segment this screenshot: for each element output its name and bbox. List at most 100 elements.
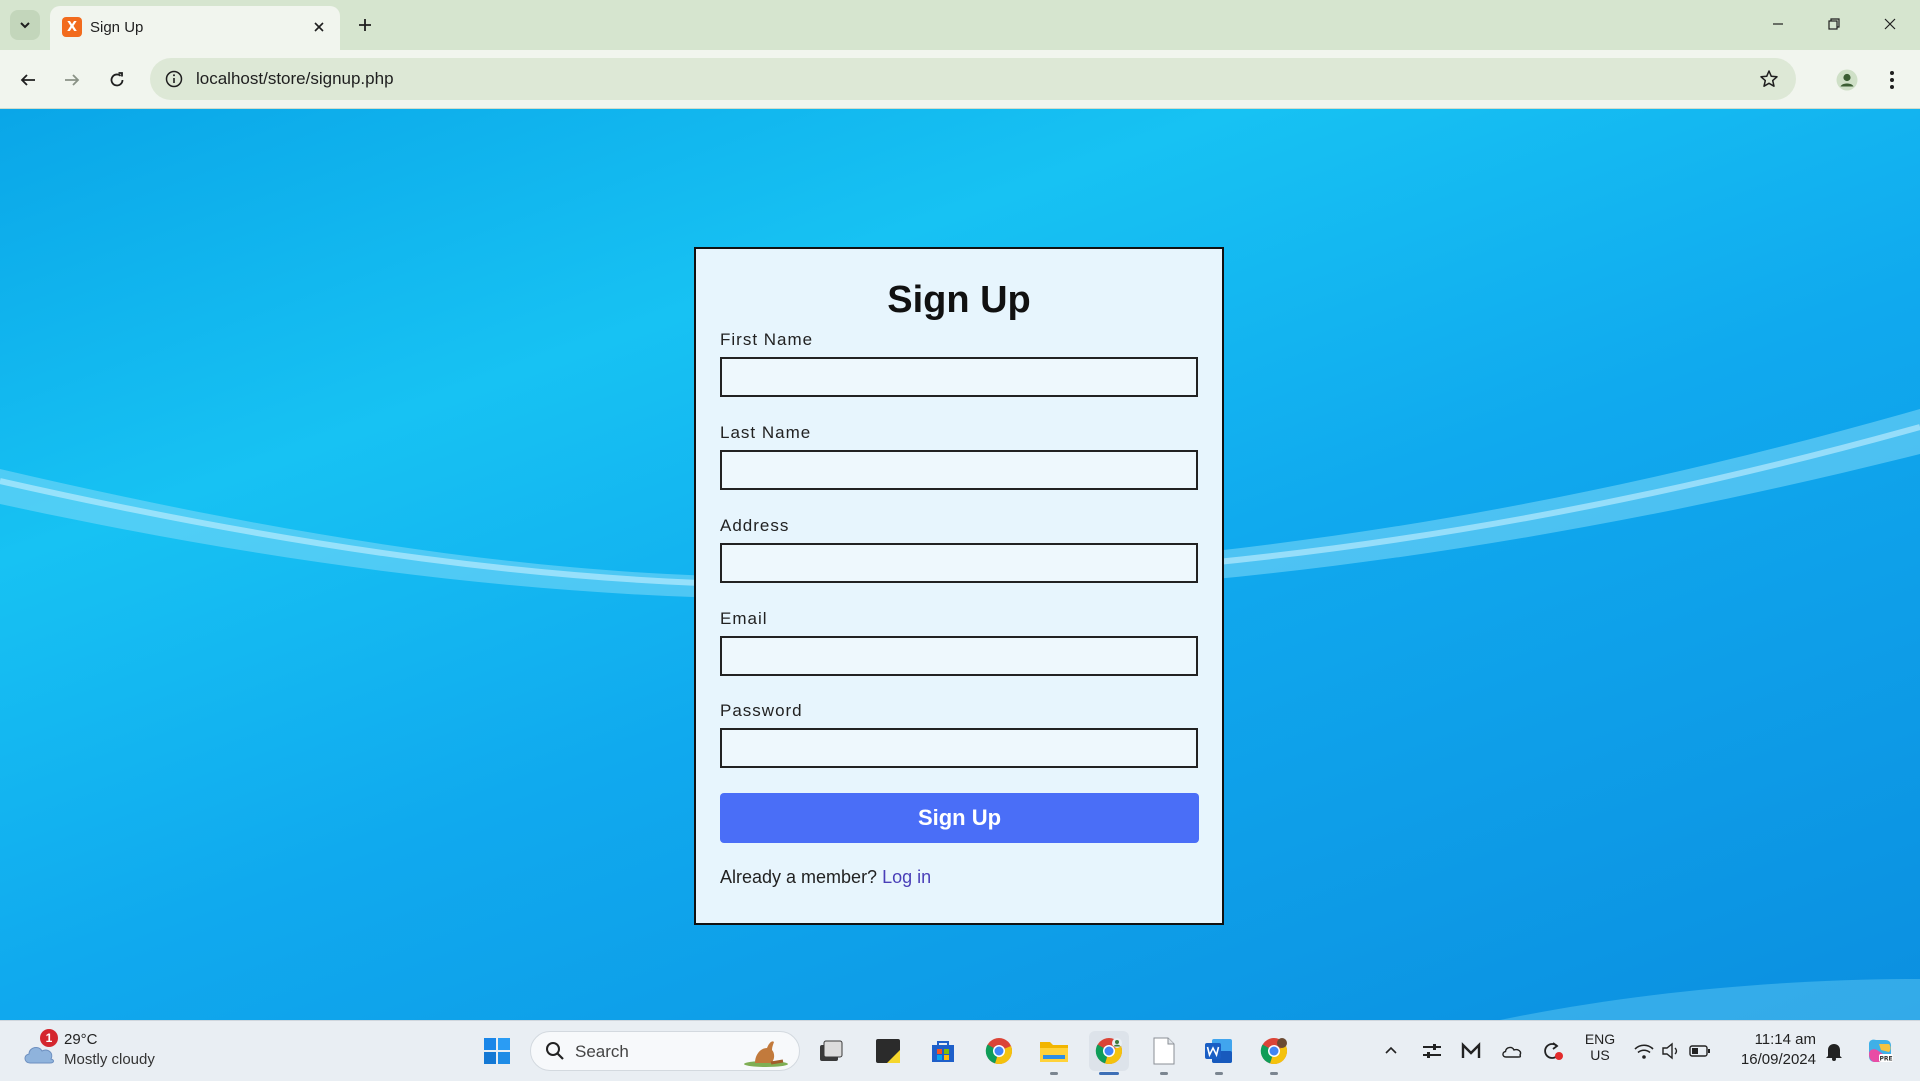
minimize-button[interactable] <box>1750 0 1806 48</box>
url-text[interactable]: localhost/store/signup.php <box>196 69 394 89</box>
reload-icon <box>110 72 124 87</box>
start-button[interactable] <box>477 1031 517 1071</box>
bookmark-star-button[interactable] <box>1756 66 1782 92</box>
tray-sync-button[interactable] <box>1534 1031 1570 1071</box>
onedrive-button[interactable] <box>1494 1031 1530 1071</box>
forward-button[interactable] <box>56 64 88 96</box>
close-icon <box>314 22 324 32</box>
tab-close-button[interactable] <box>306 14 332 40</box>
battery-icon <box>1689 1045 1710 1057</box>
close-icon <box>1884 18 1896 30</box>
chevron-up-icon <box>1385 1046 1397 1054</box>
running-indicator <box>1050 1072 1058 1075</box>
window-close-button[interactable] <box>1862 0 1918 48</box>
windows-logo-icon <box>484 1038 510 1064</box>
windows-taskbar: 1 29°C Mostly cloudy Search ENG US 11:14… <box>0 1020 1920 1081</box>
document-icon <box>1153 1037 1175 1065</box>
info-icon <box>165 70 183 88</box>
signup-form: Sign Up First Name Last Name Address Ema… <box>694 247 1224 925</box>
first-name-input[interactable] <box>720 357 1198 397</box>
clock[interactable]: 11:14 am 16/09/2024 <box>1730 1021 1816 1081</box>
profile-button[interactable] <box>1831 64 1863 96</box>
weather-temperature: 29°C <box>64 1031 98 1048</box>
weather-notification-badge: 1 <box>40 1029 58 1047</box>
address-label: Address <box>720 516 790 535</box>
restore-icon <box>1828 18 1840 30</box>
search-placeholder: Search <box>575 1042 629 1061</box>
onedrive-cloud-icon <box>1502 1046 1522 1058</box>
word-icon <box>1205 1039 1232 1063</box>
sync-alert-icon <box>1544 1042 1563 1060</box>
reload-button[interactable] <box>101 64 133 96</box>
chevron-down-icon <box>20 22 30 29</box>
language-indicator[interactable]: ENG US <box>1576 1031 1624 1063</box>
weather-description: Mostly cloudy <box>64 1051 155 1068</box>
word-button[interactable] <box>1199 1031 1239 1075</box>
site-info-icon[interactable] <box>162 67 186 91</box>
network-volume-battery-button[interactable] <box>1630 1031 1714 1071</box>
profile-avatar-icon <box>1836 69 1858 91</box>
chrome-icon <box>985 1038 1013 1065</box>
notepad-button[interactable] <box>1144 1031 1184 1075</box>
address-input[interactable] <box>720 543 1198 583</box>
last-name-input[interactable] <box>720 450 1198 490</box>
volume-icon <box>1662 1042 1678 1060</box>
email-label: Email <box>720 609 768 628</box>
minimize-icon <box>1773 23 1783 25</box>
active-indicator <box>1099 1072 1119 1075</box>
member-prompt-text: Already a member? <box>720 867 878 887</box>
copilot-icon: PRE <box>1869 1039 1893 1063</box>
browser-menu-button[interactable] <box>1876 64 1908 96</box>
taskbar-search-box[interactable]: Search <box>530 1031 800 1071</box>
task-view-button[interactable] <box>811 1031 851 1071</box>
tab-search-button[interactable] <box>10 10 40 40</box>
last-name-label: Last Name <box>720 423 812 442</box>
weather-widget[interactable]: 1 29°C Mostly cloudy <box>20 1029 170 1073</box>
login-link[interactable]: Log in <box>882 867 931 887</box>
login-prompt: Already a member? Log in <box>720 867 931 888</box>
chrome-icon <box>1095 1038 1123 1065</box>
show-hidden-icons-button[interactable] <box>1373 1031 1409 1071</box>
tab-title: Sign Up <box>90 19 144 36</box>
first-name-label: First Name <box>720 330 814 349</box>
bars-logo-icon <box>1461 1042 1481 1058</box>
active-tab[interactable]: X Sign Up <box>50 6 340 50</box>
clock-date: 16/09/2024 <box>1740 1051 1816 1068</box>
restore-button[interactable] <box>1806 0 1862 48</box>
notifications-button[interactable] <box>1816 1031 1852 1071</box>
folder-icon <box>1040 1042 1068 1062</box>
page-viewport: Sign Up First Name Last Name Address Ema… <box>0 109 1920 1020</box>
microsoft-store-button[interactable] <box>923 1031 963 1071</box>
browser-toolbar: localhost/store/signup.php <box>0 50 1920 109</box>
form-title: Sign Up <box>887 279 1031 321</box>
chrome-secondary-button[interactable] <box>1254 1031 1294 1075</box>
plus-icon <box>359 19 371 31</box>
star-icon <box>1760 70 1778 87</box>
clock-time: 11:14 am <box>1754 1031 1816 1048</box>
language-code: ENG <box>1584 1031 1616 1047</box>
address-bar[interactable]: localhost/store/signup.php <box>150 58 1796 100</box>
running-indicator <box>1270 1072 1278 1075</box>
chrome-profile-active-button[interactable] <box>1089 1031 1129 1075</box>
back-button[interactable] <box>12 64 44 96</box>
sticky-notes-button[interactable] <box>868 1031 908 1071</box>
wifi-icon <box>1634 1044 1654 1059</box>
chrome-button[interactable] <box>979 1031 1019 1071</box>
running-indicator <box>1215 1072 1223 1075</box>
store-bag-icon <box>932 1041 954 1062</box>
new-tab-button[interactable] <box>350 10 380 40</box>
browser-tab-strip: X Sign Up <box>0 0 1920 50</box>
search-icon <box>546 1042 564 1060</box>
svg-text:PRE: PRE <box>1879 1056 1892 1063</box>
copilot-button[interactable]: PRE <box>1860 1031 1900 1071</box>
keyboard-region: US <box>1590 1047 1610 1063</box>
chrome-icon <box>1260 1038 1288 1065</box>
bell-icon <box>1826 1044 1842 1061</box>
email-input[interactable] <box>720 636 1198 676</box>
tray-sliders-button[interactable] <box>1414 1031 1450 1071</box>
forward-arrow-icon <box>65 74 80 86</box>
tray-app-button[interactable] <box>1453 1031 1489 1071</box>
file-explorer-button[interactable] <box>1034 1031 1074 1075</box>
password-input[interactable] <box>720 728 1198 768</box>
signup-submit-button[interactable]: Sign Up <box>720 793 1199 843</box>
